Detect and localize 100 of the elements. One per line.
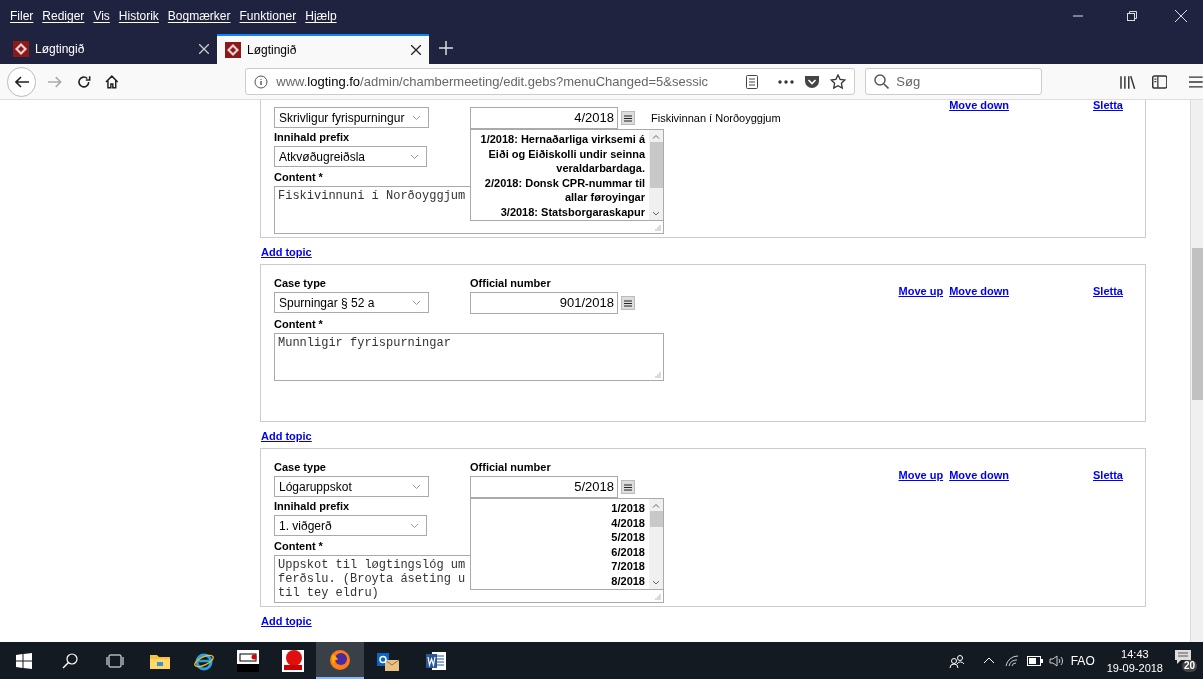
firefox-icon [329, 648, 351, 671]
move-link[interactable]: Move down [949, 467, 1010, 484]
library-icon[interactable] [1120, 74, 1136, 89]
lines-icon [624, 299, 632, 307]
listbox-option[interactable]: 5/2018 [611, 530, 645, 545]
menu-item[interactable]: Rediger [42, 7, 85, 25]
chevron-down-icon [410, 153, 419, 160]
number-dropdown-menu[interactable]: 1/2018 4/2018 5/2018 6/2018 7/2018 8/2018 [470, 498, 664, 590]
resize-grip-icon [654, 371, 661, 378]
sidebar-icon[interactable] [1151, 74, 1168, 89]
textarea-text: Fiskivinnuni í Norðoyggjum [278, 189, 466, 203]
tab-title: Løgtingið [247, 42, 297, 59]
reload-icon[interactable] [76, 74, 91, 89]
move-link[interactable]: Move down [949, 100, 1010, 110]
resize-grip-icon [654, 593, 661, 600]
chevron-down-icon [410, 522, 419, 529]
address-bar[interactable]: www.logting.fo/admin/chambermeeting/edit.gebs?menuChanged=5&sessic [245, 68, 856, 95]
browser-tab[interactable]: Løgtingið [5, 34, 217, 64]
listbox-option[interactable]: 1/2018: Hernaðarliga virksemi á Eiði og Eiðiskolli undir seinna veraldarbardaga. [475, 132, 645, 176]
star-icon[interactable] [830, 74, 847, 89]
tab-title: Løgtingið [35, 41, 85, 58]
add-topic-link[interactable]: Add topic [261, 429, 312, 443]
document-app-icon [426, 650, 446, 671]
chevron-up-icon[interactable] [982, 657, 995, 664]
menu-item[interactable]: Funktioner [239, 7, 297, 25]
info-icon [254, 74, 269, 89]
home-icon[interactable] [104, 74, 119, 89]
menu-item[interactable]: Hjælp [305, 7, 337, 25]
listbox-option[interactable]: 7/2018 [611, 559, 645, 574]
browser-tab[interactable]: Løgtingið [217, 34, 429, 64]
wifi-icon[interactable] [1004, 654, 1019, 667]
search-field[interactable]: Søg [865, 68, 1043, 95]
official-number-field[interactable]: 901/2018 [470, 292, 618, 314]
back-arrow-icon [14, 75, 29, 88]
pocket-icon[interactable] [804, 74, 821, 89]
field-label: Innihald prefix [274, 131, 350, 144]
add-topic-link[interactable]: Add topic [261, 245, 312, 259]
official-number-field[interactable]: 5/2018 [470, 476, 618, 498]
textarea-text: Uppskot til løgtingslóg um ferðslu. (Broyta áseting u til tey eldru) [278, 558, 466, 600]
menu-item[interactable]: Historik [118, 7, 159, 25]
number-dropdown-menu[interactable]: 1/2018: Hernaðarliga virksemi á Eiði og Eiðiskolli undir seinna veraldarbardaga. 2/2018: Donsk CPR-nummar til allar føroyingar 3/2018: Statsborgaraskapur [470, 129, 664, 221]
windows-logo-icon [16, 652, 32, 669]
move-link[interactable]: Move up [898, 467, 944, 484]
scrollbar-thumb[interactable] [649, 142, 663, 188]
prefix-select[interactable]: 1. viðgerð [274, 515, 427, 536]
back-button[interactable] [7, 66, 37, 97]
chevron-up-icon [652, 503, 660, 508]
menu-icon[interactable] [1189, 75, 1203, 88]
prefix-select[interactable]: Atkvøðugreiðsla [274, 146, 427, 167]
delete-link[interactable]: Sletta [1093, 100, 1123, 110]
clock-time[interactable]: 14:43 [1121, 646, 1149, 661]
chevron-down-icon [652, 210, 660, 216]
menu-item[interactable]: Vis [93, 7, 110, 25]
close-icon[interactable] [411, 45, 421, 55]
list-button[interactable] [621, 296, 635, 310]
delete-link[interactable]: Sletta [1093, 467, 1123, 484]
new-tab-icon[interactable] [439, 41, 453, 55]
listbox-option[interactable]: 3/2018: Statsborgaraskapur [500, 204, 645, 220]
field-label: Content * [274, 318, 323, 331]
reader-view-icon[interactable] [746, 74, 759, 89]
people-icon[interactable] [948, 653, 965, 668]
notification-button[interactable]: 20 [1175, 649, 1197, 672]
clock-date[interactable]: 19-09-2018 [1106, 660, 1163, 675]
speaker-icon[interactable] [1048, 654, 1063, 667]
chevron-down-icon [412, 114, 421, 121]
menu-item[interactable]: Filer [10, 7, 34, 25]
battery-icon[interactable] [1026, 655, 1043, 666]
scrollbar-thumb[interactable] [649, 511, 663, 527]
menu-item[interactable]: Bogmærker [167, 7, 231, 25]
scrollbar-thumb[interactable] [1192, 248, 1203, 400]
resize-grip-icon [654, 224, 661, 231]
list-button[interactable] [621, 480, 635, 494]
case-type-select[interactable]: Skrivligur fyrispurningur [274, 107, 429, 128]
page-scrollbar[interactable] [1190, 100, 1203, 642]
listbox-scrollbar[interactable] [649, 499, 663, 589]
folder-icon [150, 652, 170, 669]
listbox-scrollbar[interactable] [649, 130, 663, 220]
content-textarea[interactable]: Munnligir fyrispurningar [274, 333, 664, 381]
more-icon[interactable] [778, 79, 795, 84]
search-icon [62, 652, 78, 669]
delete-link[interactable]: Sletta [1093, 283, 1123, 300]
restore-icon[interactable] [1127, 11, 1137, 21]
case-title: Fiskivinnan í Norðoyggjum [651, 110, 781, 126]
move-link[interactable]: Move down [949, 283, 1010, 300]
list-button[interactable] [621, 111, 635, 125]
listbox-option[interactable]: 4/2018 [611, 515, 645, 531]
chevron-up-icon [652, 134, 660, 139]
case-type-select[interactable]: Spurningar § 52 a [274, 292, 429, 313]
language-indicator[interactable]: FAO [1070, 651, 1095, 670]
add-topic-link[interactable]: Add topic [261, 614, 312, 628]
mail-app-icon [377, 650, 399, 671]
field-label: Official number [470, 277, 551, 290]
official-number-field[interactable]: 4/2018 [470, 107, 618, 129]
field-label: Content * [274, 171, 323, 184]
field-label: Case type [274, 461, 326, 474]
listbox-option[interactable]: 1/2018 [611, 501, 645, 516]
field-label: Content * [274, 540, 323, 553]
listbox-option[interactable]: 8/2018 [611, 573, 645, 589]
move-link[interactable]: Move up [898, 283, 944, 300]
case-type-select[interactable]: Lógaruppskot [274, 476, 429, 497]
